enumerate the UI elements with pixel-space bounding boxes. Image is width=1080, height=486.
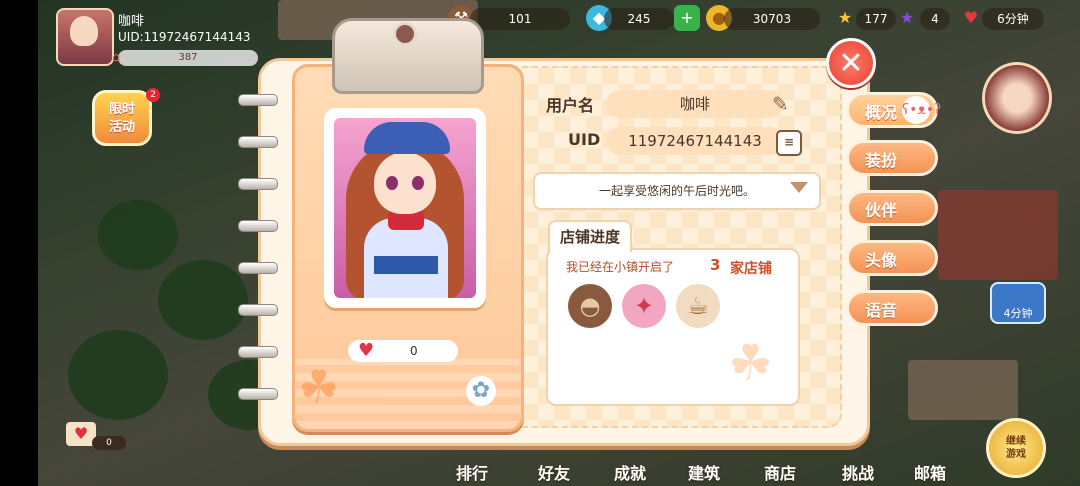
hammer-count: 101: [470, 8, 570, 30]
binder-ring: [238, 220, 278, 232]
character-eye: [386, 176, 398, 190]
like-counter[interactable]: ♥ 0: [348, 340, 458, 362]
assistant-avatar[interactable]: [982, 62, 1052, 134]
heart-icon[interactable]: ♥: [358, 340, 374, 362]
shop-progress-text: 我已经在小镇开启了: [566, 260, 675, 274]
gear-icon[interactable]: ✿: [466, 376, 496, 406]
nav-achievements[interactable]: 成就: [614, 460, 646, 484]
nav-shop[interactable]: 商店: [764, 460, 796, 484]
copy-icon[interactable]: ≡: [776, 130, 802, 156]
teapot-icon: ◓: [568, 284, 612, 328]
nav-friends[interactable]: 好友: [538, 460, 570, 484]
pencil-icon[interactable]: ✎: [772, 92, 798, 118]
add-diamond-icon[interactable]: +: [674, 5, 700, 31]
palm-tree-icon: ☘: [298, 360, 340, 414]
nav-mailbox[interactable]: 邮箱: [914, 460, 946, 484]
nav-ranking[interactable]: 排行: [456, 460, 488, 484]
binder-ring: [238, 388, 278, 400]
close-icon[interactable]: ✕: [826, 38, 876, 88]
tab-partner[interactable]: 伙伴: [846, 190, 938, 226]
nav-buildings[interactable]: 建筑: [688, 460, 720, 484]
bear-icon: ʕ•ᴥ•ʔ: [902, 96, 941, 124]
player-avatar[interactable]: [56, 8, 114, 66]
uid-label: UID: [568, 130, 601, 149]
house-icon: ⌂: [112, 50, 121, 65]
clip-hole: [393, 22, 417, 46]
username-field[interactable]: 咖啡: [606, 90, 784, 118]
character-hat: [364, 122, 450, 154]
purple-star-count: 4: [920, 8, 950, 30]
purple-star-icon: ★: [899, 8, 915, 27]
coin-count: 30703: [724, 8, 820, 30]
strawberry-icon: ♥: [963, 8, 979, 27]
binder-ring: [238, 94, 278, 106]
timer-widget[interactable]: 4分钟: [990, 282, 1046, 324]
shop-unit: 家店铺: [730, 261, 772, 277]
event-notification-badge: 2: [146, 88, 160, 102]
motto-field[interactable]: 一起享受悠闲的午后时光吧。: [533, 172, 821, 210]
palm-tree-icon: ☘: [728, 334, 773, 392]
character-portrait[interactable]: [334, 118, 476, 298]
binder-ring: [238, 304, 278, 316]
binder-ring: [238, 178, 278, 190]
latte-icon: ☕: [676, 284, 720, 328]
character-face: [374, 152, 436, 214]
chevron-down-icon[interactable]: [790, 182, 808, 193]
like-count: 0: [410, 344, 418, 358]
player-name: 咖啡: [118, 14, 145, 29]
binder-ring: [238, 262, 278, 274]
shop-count: 3: [710, 256, 721, 274]
character-belt: [374, 256, 438, 274]
star-icon: ★: [837, 8, 853, 27]
diamond-count: 245: [604, 8, 674, 30]
tab-voice[interactable]: 语音: [846, 290, 938, 326]
energy-timer: 6分钟: [982, 8, 1044, 30]
player-info[interactable]: 咖啡 UID:11972467144143 387 ⌂: [56, 6, 258, 66]
limited-event-button[interactable]: 限时 活动: [92, 90, 152, 146]
uid-field: 11972467144143: [606, 127, 784, 155]
star-count: 177: [856, 8, 896, 30]
shop-progress-tab: 店铺进度: [548, 220, 632, 252]
continue-game-button[interactable]: 继续 游戏: [986, 418, 1046, 478]
username-label: 用户名: [546, 96, 595, 115]
binder-ring: [238, 346, 278, 358]
tab-dressup[interactable]: 装扮: [846, 140, 938, 176]
binder-ring: [238, 136, 278, 148]
nav-challenge[interactable]: 挑战: [842, 460, 874, 484]
house-level: 387: [118, 50, 258, 66]
like-count-mini: 0: [92, 436, 126, 450]
shaved-ice-icon: ✦: [622, 284, 666, 328]
character-eye: [412, 176, 424, 190]
tab-avatar[interactable]: 头像: [846, 240, 938, 276]
player-uid: UID:11972467144143: [118, 30, 251, 44]
bottom-nav: 排行 好友 成就 建筑 商店 挑战 邮箱: [440, 456, 980, 486]
